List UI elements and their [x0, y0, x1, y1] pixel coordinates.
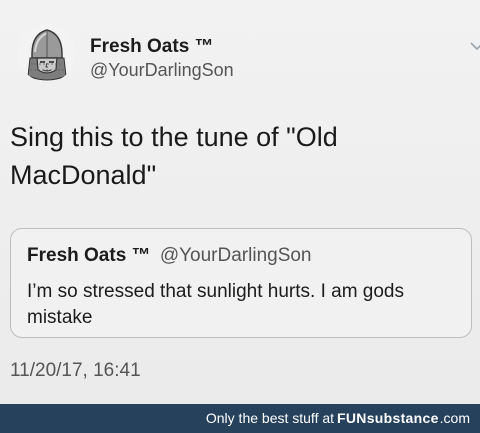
watermark-prefix: Only the best stuff at	[205, 410, 335, 426]
quoted-tweet-card[interactable]: Fresh Oats ™ @YourDarlingSon I’m so stre…	[10, 228, 472, 338]
watermark-bar: Only the best stuff at FUNsubstance.com	[0, 404, 480, 433]
author-display-name[interactable]: Fresh Oats ™	[90, 36, 214, 58]
quoted-tweet-header: Fresh Oats ™ @YourDarlingSon	[27, 245, 312, 267]
quoted-author-handle: @YourDarlingSon	[159, 245, 312, 266]
knight-helmet-avatar-icon[interactable]	[18, 24, 76, 82]
author-handle[interactable]: @YourDarlingSon	[90, 60, 234, 81]
tweet-timestamp[interactable]: 11/20/17, 16:41	[10, 360, 141, 382]
tweet-screenshot: Fresh Oats ™ @YourDarlingSon Sing this t…	[0, 0, 480, 433]
quoted-tweet-text: I’m so stressed that sunlight hurts. I a…	[27, 281, 405, 328]
chevron-down-icon[interactable]	[470, 38, 480, 51]
tweet-text: Sing this to the tune of "Old MacDonald"	[10, 122, 338, 190]
tweet-header: Fresh Oats ™ @YourDarlingSon	[18, 24, 480, 94]
watermark-text: Only the best stuff at FUNsubstance.com	[206, 410, 470, 426]
watermark-domain[interactable]: .com	[440, 410, 470, 426]
quoted-author-display-name: Fresh Oats ™	[27, 245, 151, 266]
watermark-brand[interactable]: FUNsubstance	[337, 410, 439, 426]
